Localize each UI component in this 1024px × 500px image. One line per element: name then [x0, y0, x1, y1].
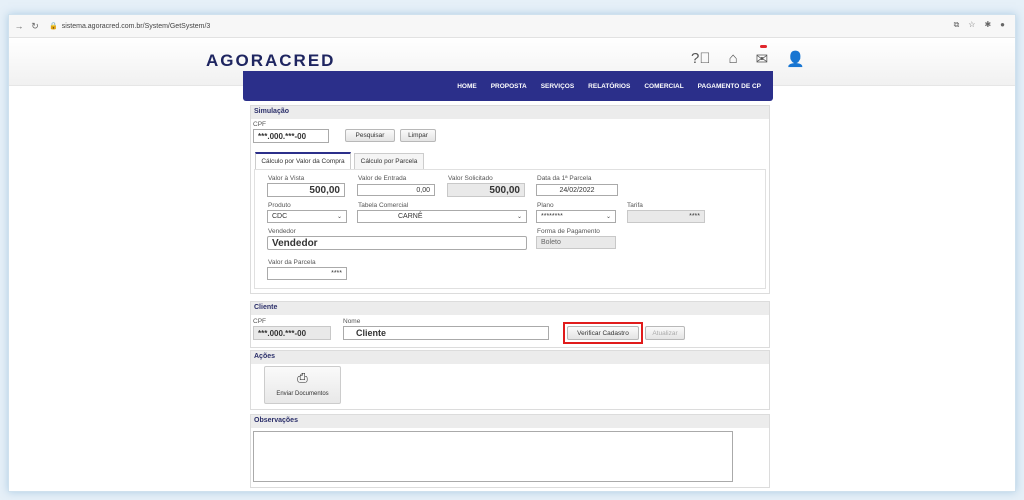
plano-value: ******** — [541, 213, 563, 220]
valor-vista-label: Valor à Vista — [268, 175, 305, 182]
header-icons: ?⃝ ⌂ ✉ 👤 — [691, 45, 805, 68]
extensions-icon[interactable]: ✱ — [984, 20, 991, 30]
data-parcela-label: Data da 1ª Parcela — [537, 175, 592, 182]
mail-icon[interactable]: ✉ — [756, 45, 768, 68]
nav-servicos[interactable]: SERVIÇOS — [541, 83, 574, 90]
observacoes-textarea[interactable] — [253, 431, 733, 482]
star-icon[interactable]: ☆ — [968, 20, 975, 30]
valor-solicitado-input: 500,00 — [447, 183, 525, 197]
data-parcela-input[interactable]: 24/02/2022 — [536, 184, 618, 196]
vendedor-input[interactable]: Vendedor — [267, 236, 527, 250]
forma-pagamento-input: Boleto — [536, 236, 616, 249]
chevron-down-icon: ⌄ — [336, 214, 342, 220]
produto-value: CDC — [272, 213, 288, 220]
browser-toolbar: → ↻ 🔒 sistema.agoracred.com.br/System/Ge… — [9, 15, 1015, 38]
nome-label: Nome — [343, 318, 361, 325]
produto-label: Produto — [268, 202, 291, 209]
highlight-box — [563, 322, 643, 344]
vendedor-label: Vendedor — [268, 228, 296, 235]
tarifa-input: **** — [627, 210, 705, 223]
enviar-documentos-label: Enviar Documentos — [276, 391, 329, 397]
tab-calculo-parcela[interactable]: Cálculo por Parcela — [354, 153, 424, 169]
valor-solicitado-label: Valor Solicitado — [448, 175, 493, 182]
cliente-cpf-input: ***.000.***-00 — [253, 326, 331, 340]
chevron-down-icon: ⌄ — [605, 214, 611, 220]
simulacao-panel: Simulação CPF ***.000.***-00 Pesquisar L… — [250, 105, 770, 294]
simulacao-title: Simulação — [251, 106, 769, 119]
limpar-button[interactable]: Limpar — [400, 129, 436, 142]
atualizar-button: Atualizar — [645, 326, 685, 340]
nav-relatorios[interactable]: RELATÓRIOS — [588, 83, 630, 90]
nav-pagamento-cp[interactable]: PAGAMENTO DE CP — [698, 83, 761, 90]
cpf-label: CPF — [253, 121, 266, 128]
chevron-down-icon: ⌄ — [516, 214, 522, 220]
cliente-title: Cliente — [251, 302, 769, 315]
nav-comercial[interactable]: COMERCIAL — [644, 83, 683, 90]
cliente-panel: Cliente CPF ***.000.***-00 Nome Cliente … — [250, 301, 770, 348]
valor-entrada-input[interactable]: 0,00 — [357, 184, 435, 196]
acoes-title: Ações — [251, 351, 769, 364]
share-icon[interactable]: ⧉ — [954, 20, 960, 30]
profile-icon[interactable]: ● — [1000, 20, 1005, 30]
valor-parcela-label: Valor da Parcela — [268, 259, 316, 266]
acoes-panel: Ações ⎙ Enviar Documentos — [250, 350, 770, 410]
cliente-cpf-label: CPF — [253, 318, 266, 325]
main-navbar: HOME PROPOSTA SERVIÇOS RELATÓRIOS COMERC… — [243, 71, 773, 101]
cpf-input[interactable]: ***.000.***-00 — [253, 129, 329, 143]
help-icon[interactable]: ?⃝ — [691, 50, 711, 68]
agoracred-logo[interactable]: AGORACRED — [206, 51, 335, 71]
forma-pagamento-label: Forma de Pagamento — [537, 228, 600, 235]
observacoes-title: Observações — [251, 415, 769, 428]
screenshot-frame: → ↻ 🔒 sistema.agoracred.com.br/System/Ge… — [8, 14, 1016, 492]
observacoes-panel: Observações — [250, 414, 770, 488]
scanner-icon: ⎙ — [297, 370, 308, 385]
pesquisar-button[interactable]: Pesquisar — [345, 129, 395, 142]
notification-dot — [759, 45, 767, 48]
browser-actions: ⧉ ☆ ✱ ● — [954, 20, 1005, 30]
nav-proposta[interactable]: PROPOSTA — [491, 83, 527, 90]
address-bar[interactable]: sistema.agoracred.com.br/System/GetSyste… — [62, 23, 211, 30]
user-icon[interactable]: 👤 — [786, 50, 805, 68]
home-icon[interactable]: ⌂ — [729, 50, 738, 68]
tab-calculo-valor-compra[interactable]: Cálculo por Valor da Compra — [255, 152, 351, 169]
lock-icon: 🔒 — [49, 23, 58, 30]
nav-home[interactable]: HOME — [457, 83, 477, 90]
tabela-comercial-value: CARNÊ — [398, 213, 423, 220]
enviar-documentos-button[interactable]: ⎙ Enviar Documentos — [264, 366, 341, 404]
valor-entrada-label: Valor de Entrada — [358, 175, 407, 182]
nome-input[interactable]: Cliente — [343, 326, 549, 340]
reload-icon[interactable]: ↻ — [29, 21, 41, 32]
tarifa-label: Tarifa — [627, 202, 643, 209]
plano-label: Plano — [537, 202, 554, 209]
plano-select[interactable]: ******** ⌄ — [536, 210, 616, 223]
valor-parcela-input[interactable]: **** — [267, 267, 347, 280]
forward-icon[interactable]: → — [13, 21, 25, 31]
tabela-comercial-select[interactable]: CARNÊ ⌄ — [357, 210, 527, 223]
tabela-comercial-label: Tabela Comercial — [358, 202, 409, 209]
produto-select[interactable]: CDC ⌄ — [267, 210, 347, 223]
valor-vista-input[interactable]: 500,00 — [267, 183, 345, 197]
